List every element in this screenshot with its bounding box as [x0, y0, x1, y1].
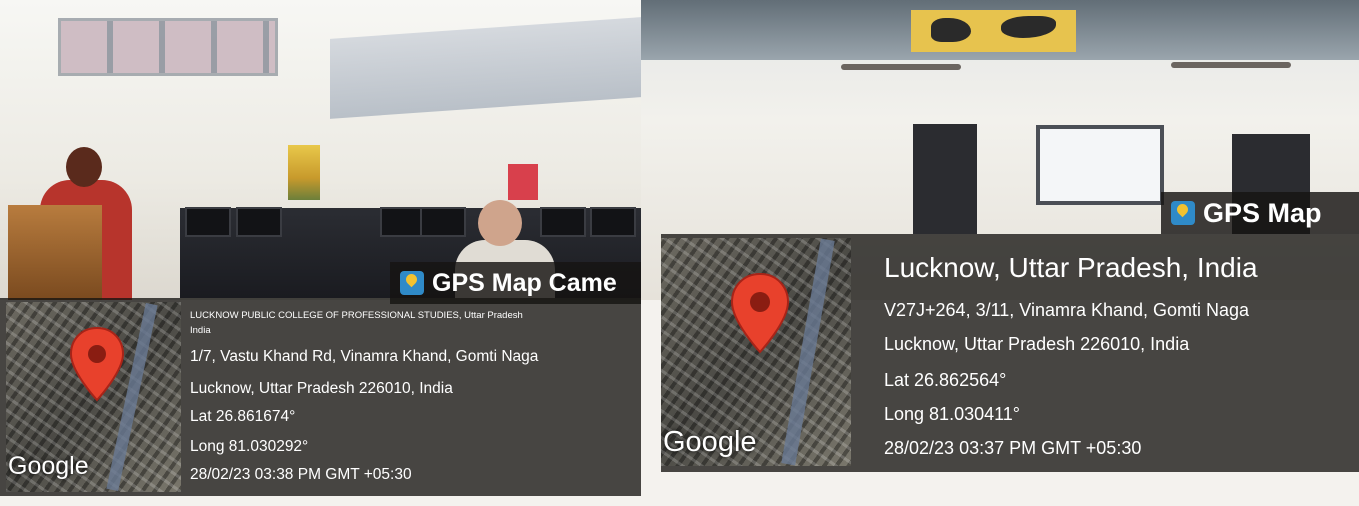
place-title: LUCKNOW PUBLIC COLLEGE OF PROFESSIONAL S…: [190, 310, 523, 321]
right-photo: GPS Map Google Lucknow, Uttar Pradesh, I…: [641, 0, 1359, 506]
monitor: [420, 207, 466, 237]
monitor: [185, 207, 231, 237]
banner-stand: [913, 124, 977, 234]
timestamp: 28/02/23 03:38 PM GMT +05:30: [190, 466, 412, 483]
longitude: Long 81.030411°: [884, 404, 1020, 424]
attendee-head: [478, 200, 522, 246]
left-photo: GPS Map Came Google LUCKNOW PUBLIC COLLE…: [0, 0, 641, 506]
place-title: Lucknow, Uttar Pradesh, India: [884, 252, 1258, 283]
address-line-1: V27J+264, 3/11, Vinamra Khand, Gomti Nag…: [884, 300, 1250, 320]
address-line-2: Lucknow, Uttar Pradesh 226010, India: [190, 380, 453, 397]
monitor: [540, 207, 586, 237]
address-line-1: 1/7, Vastu Khand Rd, Vinamra Khand, Gomt…: [190, 348, 539, 365]
location-pin-icon: [69, 326, 125, 402]
location-pin-icon: [730, 272, 790, 354]
speaker-head: [66, 147, 102, 187]
latitude: Lat 26.862564°: [884, 370, 1007, 390]
wall-poster: [288, 145, 320, 200]
gps-info-card: Google LUCKNOW PUBLIC COLLEGE OF PROFESS…: [0, 298, 641, 496]
projector-screen: [1036, 125, 1164, 205]
timestamp: 28/02/23 03:37 PM GMT +05:30: [884, 438, 1142, 458]
map-thumbnail: Google: [6, 302, 181, 492]
podium: [8, 205, 102, 300]
map-thumbnail: Google: [661, 238, 851, 466]
address-line-2: Lucknow, Uttar Pradesh 226010, India: [884, 334, 1190, 354]
world-map-poster: [911, 10, 1076, 52]
monitor: [590, 207, 636, 237]
ceiling-fan: [1171, 62, 1291, 68]
google-logo: Google: [8, 452, 89, 480]
red-poster: [508, 164, 538, 200]
google-logo: Google: [663, 426, 757, 458]
gps-map-camera-icon: [400, 271, 424, 295]
gps-info-card: Google Lucknow, Uttar Pradesh, India V27…: [661, 234, 1359, 472]
ceiling-fan: [841, 64, 961, 70]
longitude: Long 81.030292°: [190, 438, 309, 455]
gps-map-camera-tag: GPS Map: [1161, 192, 1359, 234]
gps-map-camera-icon: [1171, 201, 1195, 225]
latitude: Lat 26.861674°: [190, 408, 296, 425]
country-line: India: [190, 325, 211, 336]
monitor: [236, 207, 282, 237]
gps-tag-label: GPS Map Came: [432, 268, 617, 297]
gps-tag-label: GPS Map: [1203, 197, 1322, 228]
window-strip: [58, 18, 278, 76]
